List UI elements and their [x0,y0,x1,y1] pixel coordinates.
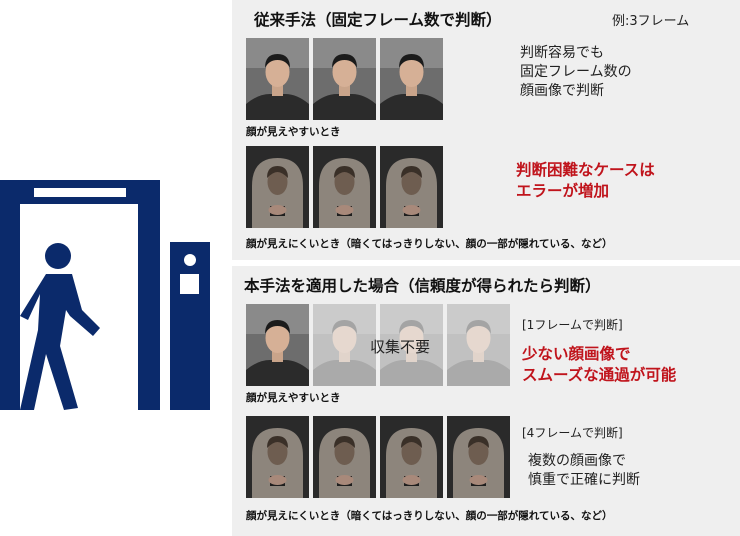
benefit-line: 少ない顔画像で [522,345,631,363]
proposed-note: 複数の顔画像で 慎重で正確に判断 [528,452,640,490]
face-photo-easy-1 [246,38,309,120]
face-photo-skipped-1 [313,304,376,386]
frame-count-example: 例:3フレーム [612,14,690,29]
face-photo-skipped-3 [447,304,510,386]
hard-caption: 顔が見えにくいとき（暗くてはっきりしない、顔の一部が隠れている、など） [246,238,613,250]
face-photo-hard-1 [246,416,309,498]
four-frame-label: [4フレームで判断] [522,426,623,440]
proposed-title: 本手法を適用した場合（信頼度が得られたら判断） [244,277,601,295]
walk-through-gate-icon [0,180,210,410]
hard-caption: 顔が見えにくいとき（暗くてはっきりしない、顔の一部が隠れている、など） [246,510,613,522]
one-frame-label: [1フレームで判断] [522,318,623,332]
face-photo-easy-3 [380,38,443,120]
collection-unneeded-label: 収集不要 [370,338,431,356]
benefit-line: スムーズな通過が可能 [522,366,677,384]
note-line: 固定フレーム数の [520,64,632,80]
face-photo-easy-2 [313,38,376,120]
conventional-note: 判断容易でも 固定フレーム数の 顔画像で判断 [520,44,632,101]
note-line: 顔画像で判断 [520,83,604,99]
face-photo-easy-1 [246,304,309,386]
note-line: 複数の顔画像で [528,453,626,469]
face-photo-hard-3 [380,146,443,228]
conventional-title: 従来手法（固定フレーム数で判断） [254,11,502,29]
warning-line: 判断困難なケースは [516,161,655,179]
proposed-benefit: 少ない顔画像で スムーズな通過が可能 [522,344,676,386]
face-photo-hard-1 [246,146,309,228]
warning-line: エラーが増加 [516,182,610,200]
note-line: 判断容易でも [520,45,604,61]
camera-pole-icon [170,242,210,410]
easy-caption: 顔が見えやすいとき [246,126,341,138]
walking-person-icon [20,243,100,410]
conventional-method-panel: 従来手法（固定フレーム数で判断） 例:3フレーム 判断容易でも 固定フレーム数の… [232,0,740,260]
face-photo-hard-2 [313,146,376,228]
face-photo-hard-4 [447,416,510,498]
face-photo-hard-3 [380,416,443,498]
face-photo-hard-2 [313,416,376,498]
note-line: 慎重で正確に判断 [528,472,640,488]
proposed-method-panel: 本手法を適用した場合（信頼度が得られたら判断） 収集不要 [1フレームで判断] … [232,266,740,536]
conventional-warning: 判断困難なケースは エラーが増加 [516,160,655,202]
easy-caption: 顔が見えやすいとき [246,392,341,404]
